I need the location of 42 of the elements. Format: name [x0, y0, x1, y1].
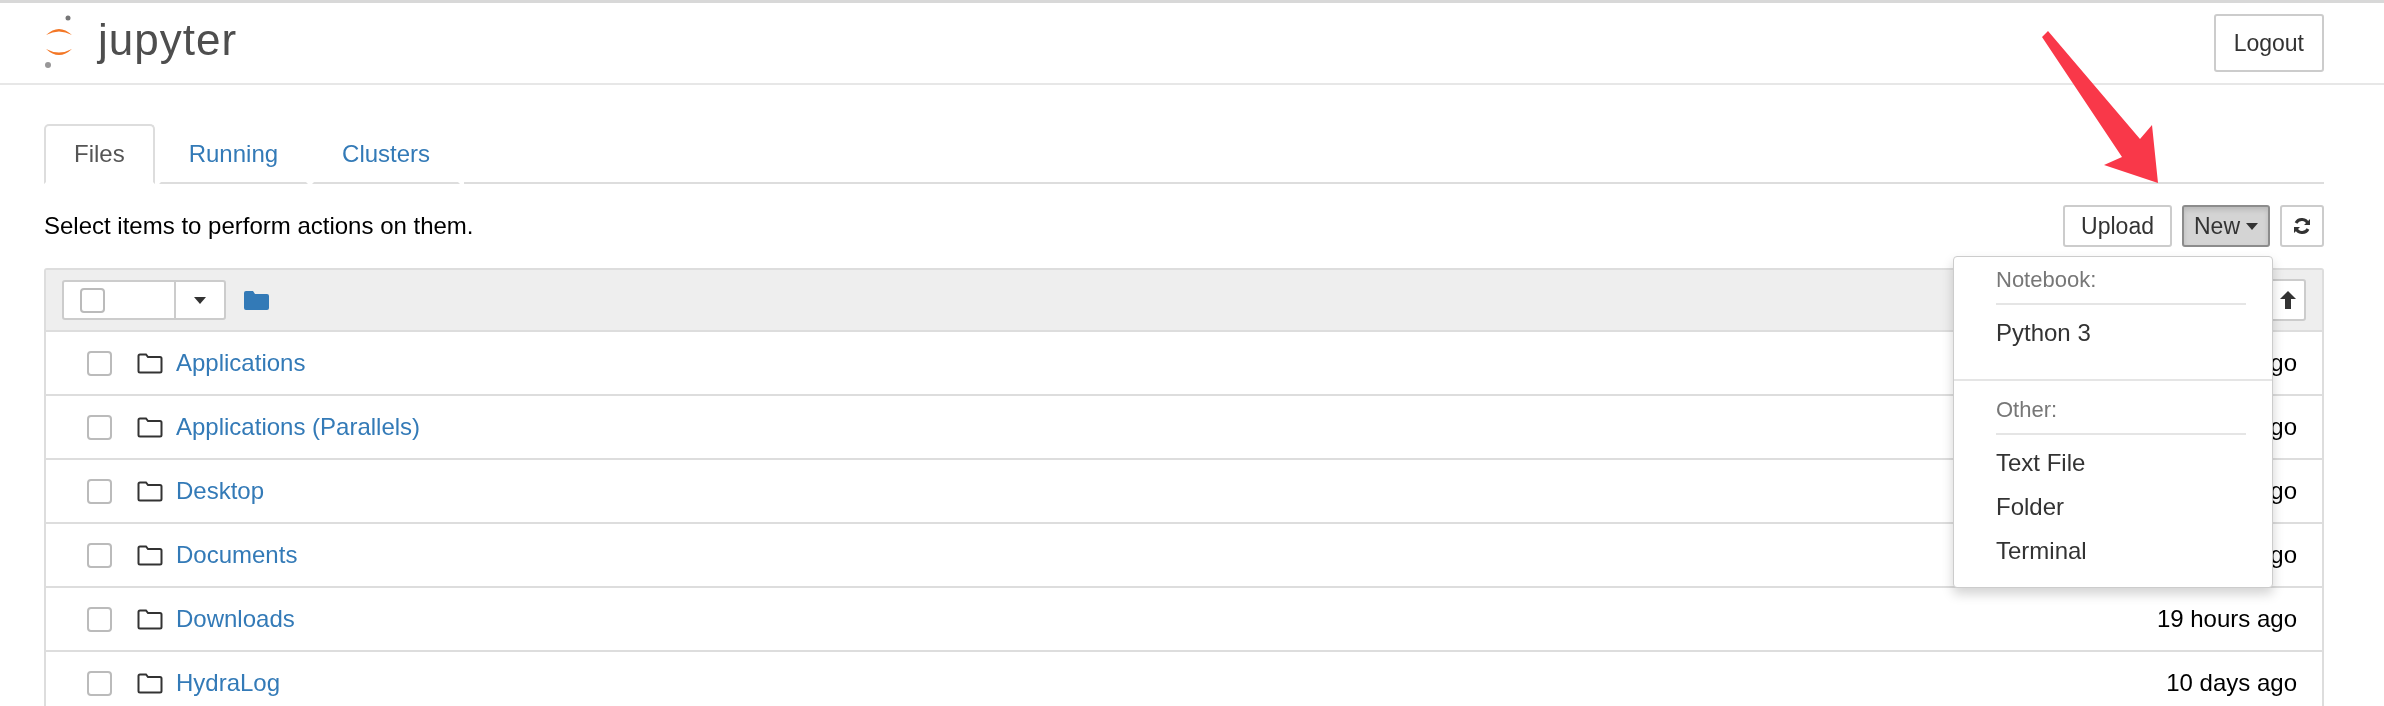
menu-item[interactable]: Folder [1954, 485, 2065, 529]
caret-icon [2246, 222, 2258, 230]
folder-link[interactable]: Applications [176, 349, 306, 377]
tab[interactable]: Running [158, 124, 309, 184]
instruction-text: Select items to perform actions on them. [44, 212, 474, 240]
folder-link[interactable]: Downloads [176, 605, 295, 633]
menu-item[interactable]: Python 3 [1954, 311, 2091, 355]
checkbox[interactable] [87, 542, 112, 568]
folder-link[interactable]: Applications (Parallels) [176, 413, 421, 441]
checkbox[interactable] [87, 670, 112, 696]
menu-item[interactable]: Terminal [1954, 529, 2087, 573]
up-arrow-icon [2280, 291, 2296, 309]
menu-item[interactable]: Text File [1954, 441, 2086, 485]
folder-link[interactable]: Documents [176, 541, 298, 569]
folder-icon [137, 672, 163, 694]
folder-icon [137, 480, 163, 502]
checkbox[interactable] [87, 478, 112, 504]
tab[interactable]: Clusters [312, 124, 461, 184]
modified-time: 19 hours ago [2156, 605, 2297, 633]
folder-link[interactable]: Desktop [176, 477, 265, 505]
checkbox[interactable] [80, 287, 105, 313]
folder-icon [137, 544, 163, 566]
modified-time: 10 days ago [2166, 669, 2297, 697]
menu-header: Other: [1995, 396, 2058, 424]
checkbox[interactable] [87, 606, 112, 632]
folder-link[interactable]: HydraLog [176, 669, 281, 697]
select-all-control[interactable] [62, 280, 226, 320]
folder-icon [137, 352, 163, 374]
checkbox[interactable] [87, 414, 112, 440]
menu-header: Notebook: [1995, 266, 2097, 294]
checkbox[interactable] [87, 350, 112, 376]
logo-text: jupyter [98, 15, 238, 66]
folder-icon [137, 608, 163, 630]
refresh-button[interactable] [2280, 205, 2324, 247]
tab[interactable]: Files [44, 124, 155, 184]
new-button[interactable]: New [2182, 205, 2270, 247]
refresh-icon [2292, 216, 2312, 236]
logout-button[interactable]: Logout [2213, 14, 2324, 72]
folder-icon[interactable] [244, 290, 269, 310]
folder-icon [137, 416, 163, 438]
upload-button[interactable]: Upload [2063, 205, 2172, 247]
caret-icon [194, 296, 206, 304]
